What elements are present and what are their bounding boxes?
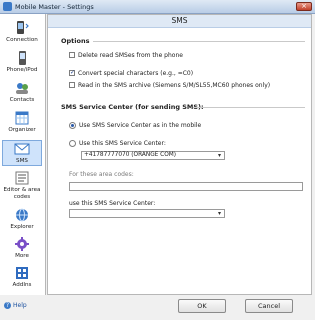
use-this-center-radio[interactable]	[69, 140, 76, 147]
window-title: Mobile Master - Settings	[15, 3, 94, 11]
sidebar-item-label: Phone/iPod	[6, 67, 38, 73]
phone-icon	[19, 51, 26, 65]
settings-panel: SMS Options Delete read SMSes from the p…	[47, 14, 312, 295]
sms-center-divider	[193, 107, 305, 108]
contacts-icon	[16, 83, 28, 94]
sidebar-item-label: Connection	[6, 37, 38, 43]
read-sms-archive-label: Read in the SMS archive (Siemens S/M/SL5…	[78, 82, 271, 89]
ok-button[interactable]: OK	[178, 299, 226, 313]
sidebar-item-connection[interactable]: Connection	[2, 20, 42, 46]
connection-icon	[17, 21, 29, 34]
sidebar-item-phone[interactable]: Phone/iPod	[2, 50, 42, 76]
close-button[interactable]: ×	[296, 2, 312, 11]
settings-window: Mobile Master - Settings × Connection Ph…	[0, 0, 315, 320]
cancel-button[interactable]: Cancel	[245, 299, 293, 313]
sidebar-item-label: Editor & area codes	[3, 187, 41, 200]
convert-special-chars-checkbox[interactable]: ✓	[69, 70, 75, 76]
service-center-select[interactable]: +41787777070 (ORANGE COM) ▾	[81, 151, 225, 160]
addins-icon	[16, 267, 28, 279]
sidebar-item-label: More	[15, 253, 29, 259]
convert-special-chars-label: Convert special characters (e.g., =C0)	[78, 70, 194, 77]
sidebar: Connection Phone/iPod Contacts Organizer…	[0, 14, 46, 295]
calendar-icon	[15, 111, 29, 125]
sidebar-item-label: Contacts	[9, 97, 35, 103]
options-group-title: Options	[61, 37, 90, 45]
gear-icon	[15, 237, 29, 251]
read-sms-archive-checkbox[interactable]	[69, 82, 75, 88]
sidebar-item-organizer[interactable]: Organizer	[2, 110, 42, 136]
use-this-center-label: Use this SMS Service Center:	[79, 140, 166, 147]
chevron-down-icon: ▾	[217, 210, 221, 217]
chevron-down-icon: ▾	[217, 152, 221, 159]
help-label: Help	[13, 302, 27, 309]
service-center-value: +41787777070 (ORANGE COM)	[84, 152, 177, 158]
radio-selected-dot	[71, 124, 74, 127]
use-mobile-center-radio[interactable]	[69, 122, 76, 129]
area-center-select[interactable]: ▾	[69, 209, 225, 218]
delete-read-sms-label: Delete read SMSes from the phone	[78, 52, 183, 59]
sidebar-item-addins[interactable]: AddIns	[2, 265, 42, 291]
sms-center-group-title: SMS Service Center (for sending SMS):	[61, 103, 204, 111]
sidebar-item-label: Explorer	[10, 224, 34, 230]
sidebar-item-contacts[interactable]: Contacts	[2, 80, 42, 106]
area-codes-label: For these area codes:	[69, 171, 134, 178]
options-divider	[93, 41, 305, 42]
sidebar-item-label: SMS	[16, 158, 28, 164]
sidebar-item-label: AddIns	[12, 282, 32, 288]
sidebar-item-more[interactable]: More	[2, 236, 42, 262]
footer: ? Help OK Cancel	[0, 295, 315, 320]
editor-icon	[15, 171, 29, 185]
sidebar-item-sms[interactable]: SMS	[2, 140, 42, 166]
sidebar-item-editor[interactable]: Editor & area codes	[2, 170, 42, 204]
section-title: SMS	[48, 15, 311, 28]
sidebar-item-explorer[interactable]: Explorer	[2, 207, 42, 233]
use-center-label: use this SMS Service Center:	[69, 200, 156, 207]
area-codes-input[interactable]	[69, 182, 303, 191]
envelope-icon	[14, 143, 30, 155]
app-icon	[3, 2, 12, 11]
delete-read-sms-checkbox[interactable]	[69, 52, 75, 58]
sidebar-item-label: Organizer	[8, 127, 36, 133]
globe-icon	[16, 208, 28, 222]
use-mobile-center-label: Use SMS Service Center as in the mobile	[79, 122, 202, 129]
help-icon: ?	[4, 302, 11, 309]
title-bar[interactable]: Mobile Master - Settings ×	[0, 0, 315, 14]
help-link[interactable]: ? Help	[4, 302, 27, 309]
